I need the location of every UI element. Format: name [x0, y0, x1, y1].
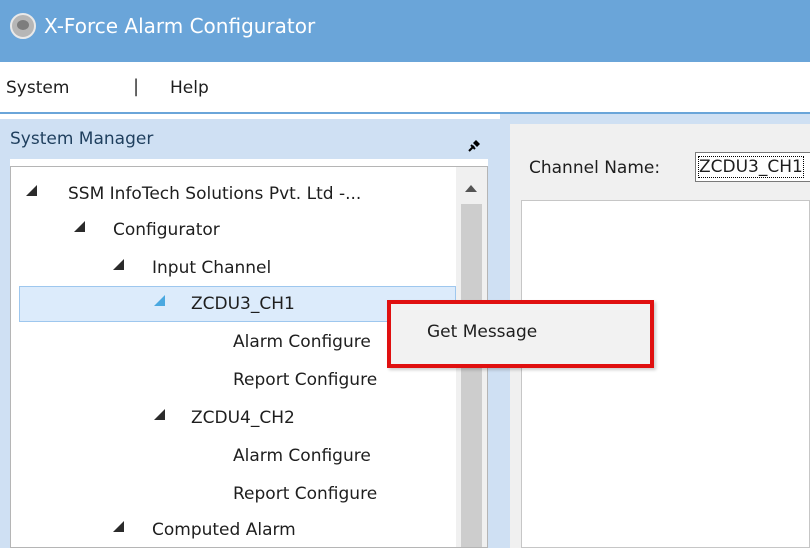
tree-node-label: Alarm Configure: [233, 332, 371, 352]
context-menu-gutter: [391, 304, 421, 364]
system-manager-title: System Manager: [10, 129, 154, 149]
tree-node-label: Computed Alarm: [152, 520, 296, 540]
channel-name-field[interactable]: ZCDU3_CH1: [695, 152, 810, 182]
menu-system[interactable]: System: [6, 78, 69, 98]
menu-help[interactable]: Help: [170, 78, 209, 98]
scrollbar-thumb[interactable]: [461, 204, 482, 547]
tree-node-input-channel[interactable]: Input Channel: [11, 251, 461, 285]
context-menu: Get Message: [387, 300, 654, 368]
tree-node-label: ZCDU3_CH1: [191, 294, 295, 314]
expanded-arrow-icon[interactable]: [154, 295, 165, 306]
channel-name-value: ZCDU3_CH1: [698, 156, 804, 178]
tree-node-label: SSM InfoTech Solutions Pvt. Ltd -...: [68, 184, 362, 204]
scroll-up-arrow-icon[interactable]: [465, 185, 477, 192]
expanded-arrow-icon[interactable]: [113, 259, 124, 270]
tree-node-computed-alarm[interactable]: Computed Alarm: [11, 513, 461, 547]
tree-node-root[interactable]: SSM InfoTech Solutions Pvt. Ltd -...: [11, 177, 461, 211]
expanded-arrow-icon[interactable]: [74, 221, 85, 232]
tree-node-report-configure[interactable]: Report Configure: [11, 477, 461, 511]
tree-node-label: Report Configure: [233, 484, 378, 504]
get-message-menu-item[interactable]: Get Message: [427, 322, 537, 342]
expanded-arrow-icon[interactable]: [154, 409, 165, 420]
tree-node-alarm-configure[interactable]: Alarm Configure: [11, 439, 461, 473]
tree-node-report-configure[interactable]: Report Configure: [11, 363, 461, 397]
expanded-arrow-icon[interactable]: [26, 185, 37, 196]
app-icon: [10, 13, 36, 39]
expanded-arrow-icon[interactable]: [113, 521, 124, 532]
tree-node-label: ZCDU4_CH2: [191, 408, 295, 428]
message-area[interactable]: [521, 200, 810, 548]
pin-icon[interactable]: [468, 138, 482, 152]
tree-node-zcdu4-ch2[interactable]: ZCDU4_CH2: [11, 401, 461, 435]
tree-node-label: Report Configure: [233, 370, 378, 390]
window-title: X-Force Alarm Configurator: [44, 14, 316, 38]
menu-bar: System | Help: [0, 62, 810, 114]
tree-node-configurator[interactable]: Configurator: [11, 213, 461, 247]
tree-node-label: Input Channel: [152, 258, 272, 278]
tree-node-label: Configurator: [113, 220, 220, 240]
tree-node-label: Alarm Configure: [233, 446, 371, 466]
channel-name-label: Channel Name:: [529, 158, 661, 178]
title-bar: X-Force Alarm Configurator: [0, 0, 810, 62]
panel-edge-left: [0, 159, 10, 548]
menu-separator: |: [133, 76, 140, 97]
system-manager-header: System Manager: [0, 119, 500, 159]
